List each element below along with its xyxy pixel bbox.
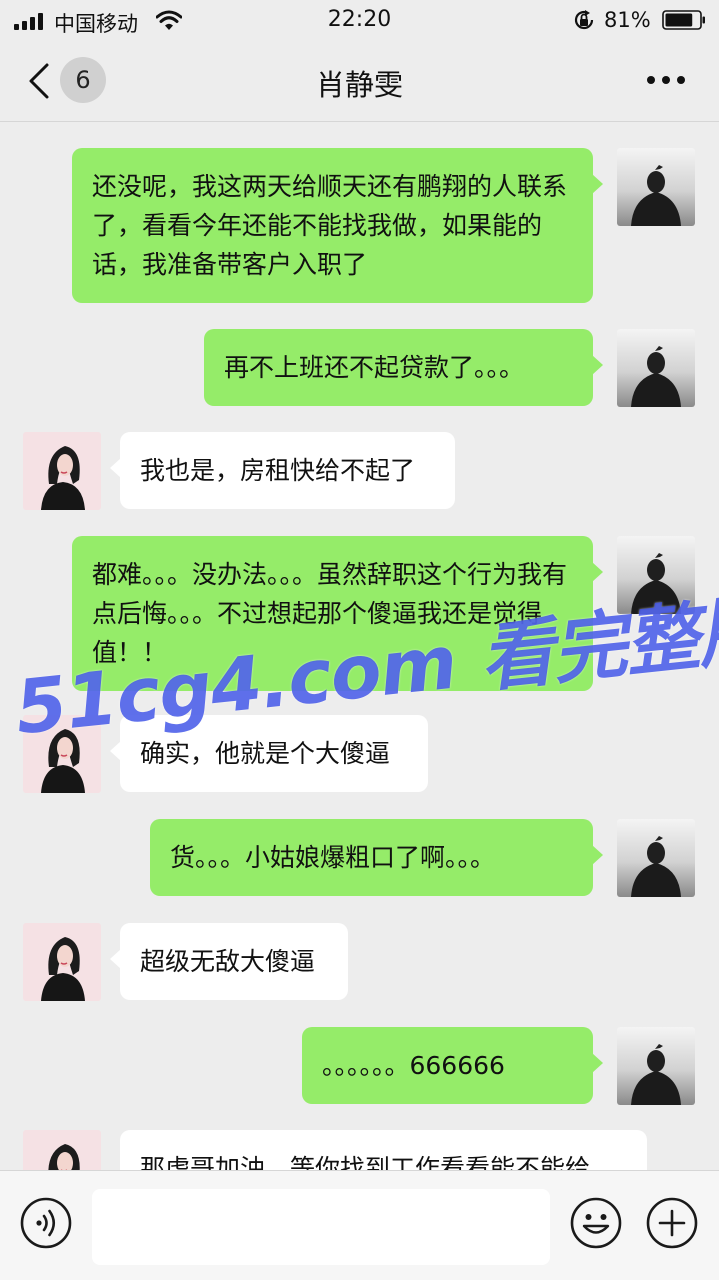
message-bubble-incoming[interactable]: 超级无敌大傻逼: [110, 923, 348, 1000]
status-bar: 中国移动 22:20 81%: [0, 0, 719, 42]
message-text: 再不上班还不起贷款了。。。: [224, 353, 525, 382]
message-text: 我也是，房租快给不起了: [140, 456, 416, 485]
message-text: 货。。。小姑娘爆粗口了啊。。。: [170, 843, 496, 872]
self-avatar[interactable]: [617, 1027, 695, 1105]
self-avatar[interactable]: [617, 536, 695, 614]
self-avatar[interactable]: [617, 148, 695, 226]
message-text: 那虎哥加油，等你找到工作看看能不能给: [140, 1154, 591, 1170]
message-bubble-outgoing[interactable]: 货。。。小姑娘爆粗口了啊。。。: [150, 819, 603, 896]
self-avatar[interactable]: [617, 329, 695, 407]
message-text: 确实，他就是个大傻逼: [140, 739, 391, 768]
plus-icon[interactable]: [646, 1197, 698, 1249]
message-text: 还没呢，我这两天给顺天还有鹏翔的人联系了，看看今年还能不能找我做，如果能的话，我…: [92, 172, 568, 279]
message-input[interactable]: [92, 1189, 550, 1265]
message-bubble-outgoing[interactable]: 再不上班还不起贷款了。。。: [204, 329, 603, 406]
message-bubble-incoming[interactable]: 确实，他就是个大傻逼: [110, 715, 428, 792]
contact-avatar[interactable]: [23, 923, 101, 1001]
voice-icon[interactable]: [20, 1197, 72, 1249]
message-bubble-incoming[interactable]: 我也是，房租快给不起了: [110, 432, 455, 509]
message-bubble-outgoing[interactable]: 都难。。。没办法。。。虽然辞职这个行为我有点后悔。。。不过想起那个傻逼我还是觉得…: [72, 536, 603, 691]
nav-bar: 6 肖静雯: [0, 42, 719, 122]
input-bar: [0, 1170, 719, 1280]
message-text: 。。。。。。666666: [322, 1051, 505, 1080]
contact-avatar[interactable]: [23, 432, 101, 510]
rotation-lock-icon: [574, 10, 594, 30]
contact-avatar[interactable]: [23, 715, 101, 793]
page-title: 肖静雯: [315, 68, 403, 102]
message-text: 都难。。。没办法。。。虽然辞职这个行为我有点后悔。。。不过想起那个傻逼我还是觉得…: [92, 560, 568, 667]
self-avatar[interactable]: [617, 819, 695, 897]
emoji-icon[interactable]: [570, 1197, 622, 1249]
contact-avatar[interactable]: [23, 1130, 101, 1170]
message-bubble-incoming[interactable]: 那虎哥加油，等你找到工作看看能不能给: [120, 1130, 647, 1170]
battery-icon: [662, 10, 705, 30]
battery-percent: 81%: [604, 8, 651, 32]
message-text: 超级无敌大傻逼: [140, 947, 316, 976]
more-dots-icon[interactable]: [646, 75, 686, 85]
chat-message-list[interactable]: 还没呢，我这两天给顺天还有鹏翔的人联系了，看看今年还能不能找我做，如果能的话，我…: [0, 123, 719, 1170]
message-bubble-outgoing[interactable]: 还没呢，我这两天给顺天还有鹏翔的人联系了，看看今年还能不能找我做，如果能的话，我…: [72, 148, 603, 303]
message-bubble-outgoing[interactable]: 。。。。。。666666: [302, 1027, 603, 1104]
